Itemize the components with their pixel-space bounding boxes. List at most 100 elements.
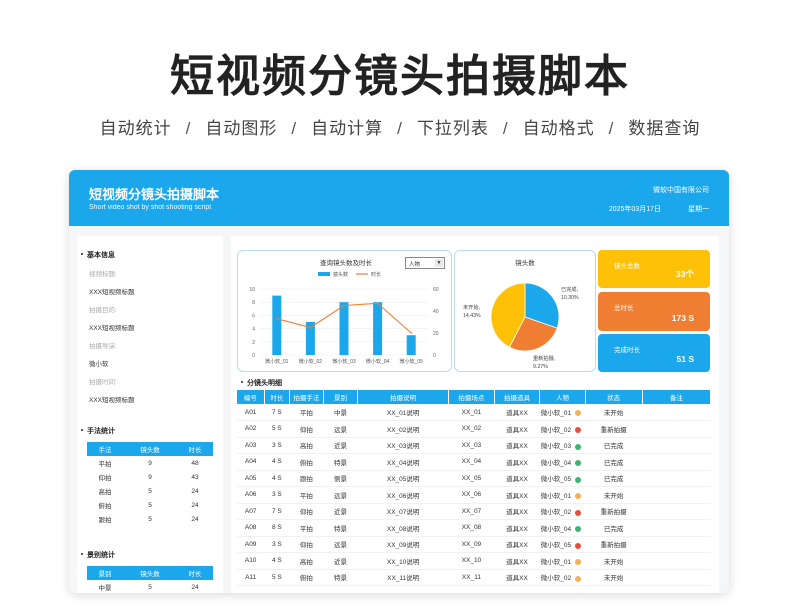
column-header: 拍摄道具 bbox=[494, 390, 541, 404]
bar bbox=[373, 302, 383, 355]
table-cell: 8 S bbox=[264, 519, 290, 537]
table-cell bbox=[642, 470, 711, 487]
table-cell: 重新拍摄 bbox=[585, 536, 643, 553]
chevron-down-icon[interactable]: ▼ bbox=[435, 259, 443, 267]
table-cell: 道具XX bbox=[494, 437, 540, 454]
dashboard-card: 短视频分镜头拍摄脚本 Short video shot by shot shoo… bbox=[69, 170, 729, 593]
table-cell: A06 bbox=[237, 486, 265, 504]
table-cell: 远景 bbox=[323, 536, 358, 553]
chart-title: 查询镜头数及时长 bbox=[320, 258, 373, 267]
field-value[interactable]: XXX短视频标题 bbox=[77, 394, 223, 404]
table-cell: 特景 bbox=[323, 569, 358, 586]
x-tick-label: 微小软_05 bbox=[400, 358, 424, 365]
table-cell bbox=[642, 519, 711, 537]
table-cell: XX_10 bbox=[448, 552, 495, 570]
pie-label-value: 9.27% bbox=[533, 364, 548, 370]
bar bbox=[339, 302, 349, 355]
kpi-value: 173 S bbox=[671, 313, 694, 323]
table-cell: 48 bbox=[191, 459, 199, 467]
table-cell: 仰拍 bbox=[289, 420, 324, 438]
table-cell: 43 bbox=[191, 473, 199, 481]
table-cell: XX_11 bbox=[448, 569, 495, 586]
table-row: 高拍 5 24 bbox=[87, 484, 213, 498]
table-row: 仰拍 9 43 bbox=[87, 470, 213, 484]
column-header: 手法 bbox=[87, 442, 123, 456]
table-cell: 24 bbox=[191, 515, 199, 523]
detail-table: 编号 时长 拍摄手法 景别 拍摄说明 拍摄场点 拍摄道具 人物 状态 备注 A01 7 S 平拍 中景 X… bbox=[237, 390, 712, 586]
table-cell: 微小软_03 bbox=[539, 437, 586, 454]
table-row[interactable]: A01 7 S 平拍 中景 XX_01说明 XX_01 道具XX 微小软_01 未开始 bbox=[237, 404, 711, 421]
y-tick-label: 2 bbox=[252, 340, 255, 346]
table-row[interactable]: A10 4 S 高拍 近景 XX_10说明 XX_10 道具XX 微小软_01 未开始 bbox=[237, 552, 711, 570]
table-cell: 已完成 bbox=[585, 519, 643, 537]
field-value[interactable]: XXX短视频标题 bbox=[77, 286, 223, 296]
table-row[interactable]: A11 5 S 俯拍 特景 XX_11说明 XX_11 道具XX 微小软_02 未开始 bbox=[237, 569, 711, 586]
company-name: 微软中国有限公司 bbox=[653, 187, 709, 194]
table-cell: A09 bbox=[237, 536, 265, 553]
table-row[interactable]: A04 4 S 俯拍 特景 XX_04说明 XX_04 道具XX 微小软_04 已完成 bbox=[237, 453, 711, 471]
table-cell bbox=[642, 404, 711, 421]
scene-table: 景别 镜头数 时长 中景 5 24 bbox=[87, 566, 213, 593]
table-row: 中景 5 24 bbox=[87, 580, 213, 593]
table-cell: 平拍 bbox=[98, 461, 112, 468]
y2-tick-label: 0 bbox=[433, 353, 436, 359]
pie-label: 重新拍摄, bbox=[533, 354, 555, 362]
table-row[interactable]: A05 4 S 跟拍 侧景 XX_05说明 XX_05 道具XX 微小软_05 已完成 bbox=[237, 470, 711, 487]
column-header: 时长 bbox=[177, 566, 213, 580]
x-tick-label: 微小软_01 bbox=[265, 358, 289, 365]
table-cell: 高拍 bbox=[98, 489, 112, 496]
table-cell: A04 bbox=[237, 453, 265, 471]
table-row[interactable]: A07 7 S 仰拍 近景 XX_07说明 XX_07 道具XX 微小软_02 重新拍摄 bbox=[237, 503, 711, 520]
table-cell bbox=[642, 552, 711, 570]
table-cell: 24 bbox=[191, 487, 199, 495]
feature-list: 自动统计 / 自动图形 / 自动计算 / 下拉列表 / 自动格式 / 数据查询 bbox=[99, 119, 701, 138]
table-cell: 7 S bbox=[264, 503, 290, 520]
table-cell: 未开始 bbox=[585, 486, 643, 504]
table-cell bbox=[642, 569, 711, 586]
column-header: 拍摄手法 bbox=[289, 390, 324, 404]
person-dropdown[interactable]: 人物 ▼ bbox=[405, 257, 445, 269]
table-cell: 5 bbox=[148, 583, 152, 591]
y-tick-label: 4 bbox=[252, 327, 255, 333]
table-row[interactable]: A06 3 S 平拍 远景 XX_06说明 XX_06 道具XX 微小软_01 未开始 bbox=[237, 486, 711, 504]
field-value[interactable]: XXX短视频标题 bbox=[77, 322, 223, 332]
field-value[interactable]: 微小软 bbox=[77, 358, 223, 368]
status-dot-icon bbox=[575, 476, 582, 483]
pie-label: 未开始, bbox=[463, 303, 480, 311]
x-tick-label: 微小软_03 bbox=[332, 358, 356, 365]
section-title-technique: 手法统计 bbox=[77, 426, 223, 436]
table-row[interactable]: A03 3 S 高拍 近景 XX_03说明 XX_03 道具XX 微小软_03 已完成 bbox=[237, 437, 711, 454]
dashboard-title: 短视频分镜头拍摄脚本 bbox=[89, 187, 220, 202]
table-cell: 微小软_02 bbox=[539, 503, 586, 520]
table-cell: A05 bbox=[237, 470, 265, 487]
feature-item: 数据查询 bbox=[628, 119, 701, 138]
table-cell: 微小软_02 bbox=[539, 420, 586, 438]
table-row: 平拍 9 48 bbox=[87, 456, 213, 470]
table-cell: 微小软_05 bbox=[539, 536, 586, 553]
table-row[interactable]: A02 5 S 仰拍 远景 XX_02说明 XX_02 道具XX 微小软_02 重新拍摄 bbox=[237, 420, 711, 438]
table-cell: A07 bbox=[237, 503, 265, 520]
table-cell: 道具XX bbox=[494, 552, 540, 570]
table-cell: 俯拍 bbox=[289, 453, 324, 471]
table-row[interactable]: A09 3 S 仰拍 远景 XX_09说明 XX_09 道具XX 微小软_05 重新拍摄 bbox=[237, 536, 711, 553]
status-dot-icon bbox=[575, 410, 582, 417]
table-cell: 平拍 bbox=[289, 486, 324, 504]
column-header: 拍摄场点 bbox=[448, 390, 495, 404]
table-cell: 侧景 bbox=[323, 470, 358, 487]
line-point bbox=[343, 304, 345, 307]
table-cell: XX_01 bbox=[448, 404, 495, 421]
table-row[interactable]: A08 8 S 平拍 特景 XX_08说明 XX_08 道具XX 微小软_04 已完成 bbox=[237, 519, 711, 537]
table-cell: 道具XX bbox=[494, 519, 540, 537]
kpi-label: 镜头总数 bbox=[614, 263, 640, 270]
table-cell: XX_05 bbox=[448, 470, 495, 487]
hero-title: 短视频分镜头拍摄脚本 bbox=[170, 52, 630, 101]
column-header: 编号 bbox=[237, 390, 265, 404]
current-weekday: 星期一 bbox=[688, 206, 709, 213]
table-cell: XX_03说明 bbox=[357, 437, 449, 454]
table-cell: 3 S bbox=[264, 486, 290, 504]
sidebar: 基本信息 视频标题: XXX短视频标题 拍摄目的: XXX短视频标题 拍摄导演:… bbox=[77, 236, 223, 593]
x-tick-label: 微小软_04 bbox=[366, 358, 390, 365]
status-dot-icon bbox=[575, 443, 582, 450]
feature-item: 自动统计 bbox=[99, 119, 172, 138]
kpi-total-shots: 镜头总数 33个 bbox=[598, 250, 710, 288]
